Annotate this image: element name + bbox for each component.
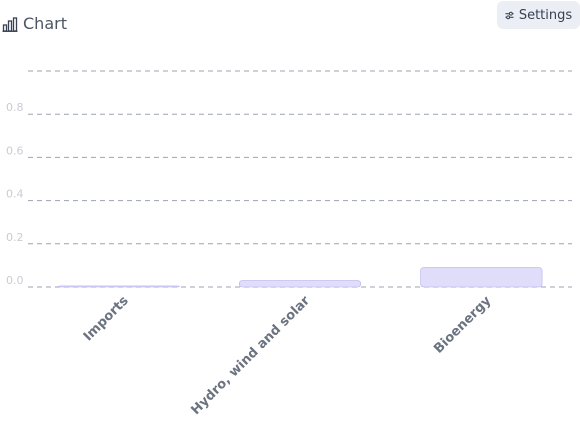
bar — [238, 280, 362, 288]
category-label: Imports — [81, 293, 132, 344]
y-tick-label: 0.8 — [6, 101, 24, 114]
chart-header: Chart Settings — [0, 0, 580, 46]
settings-button[interactable]: Settings — [497, 1, 580, 29]
y-tick-label: 0.4 — [6, 188, 24, 201]
category-label: Bioenergy — [431, 293, 495, 357]
bar — [57, 285, 180, 288]
bar-chart-icon — [2, 17, 18, 32]
settings-label: Settings — [518, 7, 573, 23]
y-tick-label: 0.2 — [6, 231, 24, 244]
category-label: Hydro, wind and solar — [188, 293, 313, 418]
y-tick-label: 0.0 — [6, 274, 24, 287]
bar-chart: 0.0 0.2 0.4 0.6 0.8 Imports Hydro, wind and so… — [6, 70, 572, 418]
sliders-icon — [505, 11, 514, 19]
chart-title-group: Chart — [2, 14, 67, 34]
y-tick-label: 0.6 — [6, 144, 24, 157]
bar — [420, 267, 543, 288]
chart-title: Chart — [23, 14, 67, 33]
